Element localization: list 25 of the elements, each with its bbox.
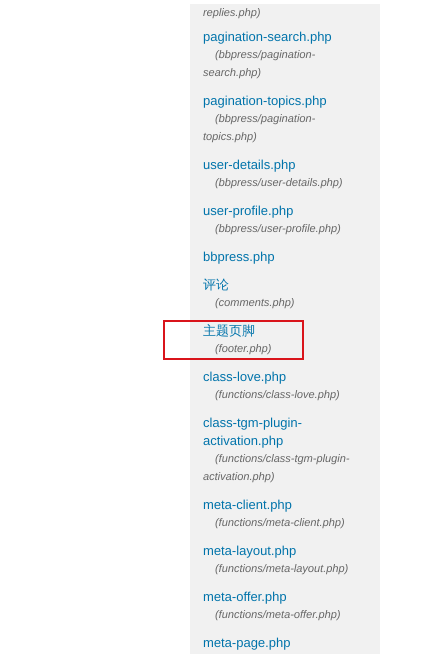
file-link[interactable]: user-profile.php <box>203 202 294 220</box>
file-link[interactable]: bbpress.php <box>203 248 275 266</box>
file-link[interactable]: class-love.php <box>203 368 286 386</box>
file-link[interactable]: meta-client.php <box>203 496 292 514</box>
file-link[interactable]: class-tgm-plugin-activation.php <box>203 414 358 450</box>
file-link[interactable]: 主题页脚 <box>203 322 255 340</box>
file-link[interactable]: pagination-search.php <box>203 28 332 46</box>
file-path: (bbpress/user-profile.php) <box>214 222 342 237</box>
file-link[interactable]: pagination-topics.php <box>203 92 327 110</box>
file-path: (bbpress/pagination-search.php) <box>203 48 316 81</box>
file-path: (functions/class-tgm-plugin-activation.php) <box>203 452 350 485</box>
file-path: (comments.php) <box>214 296 296 311</box>
file-path: (functions/class-love.php) <box>214 388 341 403</box>
file-path: replies.php) <box>203 6 262 21</box>
file-path: (bbpress/pagination-topics.php) <box>203 112 316 145</box>
file-link[interactable]: meta-page.php <box>203 634 290 652</box>
file-link[interactable]: user-details.php <box>203 156 296 174</box>
file-link[interactable]: meta-offer.php <box>203 588 287 606</box>
file-path: (bbpress/user-details.php) <box>214 176 344 191</box>
file-path: (functions/meta-client.php) <box>214 516 346 531</box>
file-link[interactable]: 评论 <box>203 276 229 294</box>
file-path: (footer.php) <box>214 342 272 357</box>
file-path: (functions/meta-offer.php) <box>214 608 342 623</box>
file-path: (functions/meta-layout.php) <box>214 562 350 577</box>
file-link[interactable]: meta-layout.php <box>203 542 296 560</box>
